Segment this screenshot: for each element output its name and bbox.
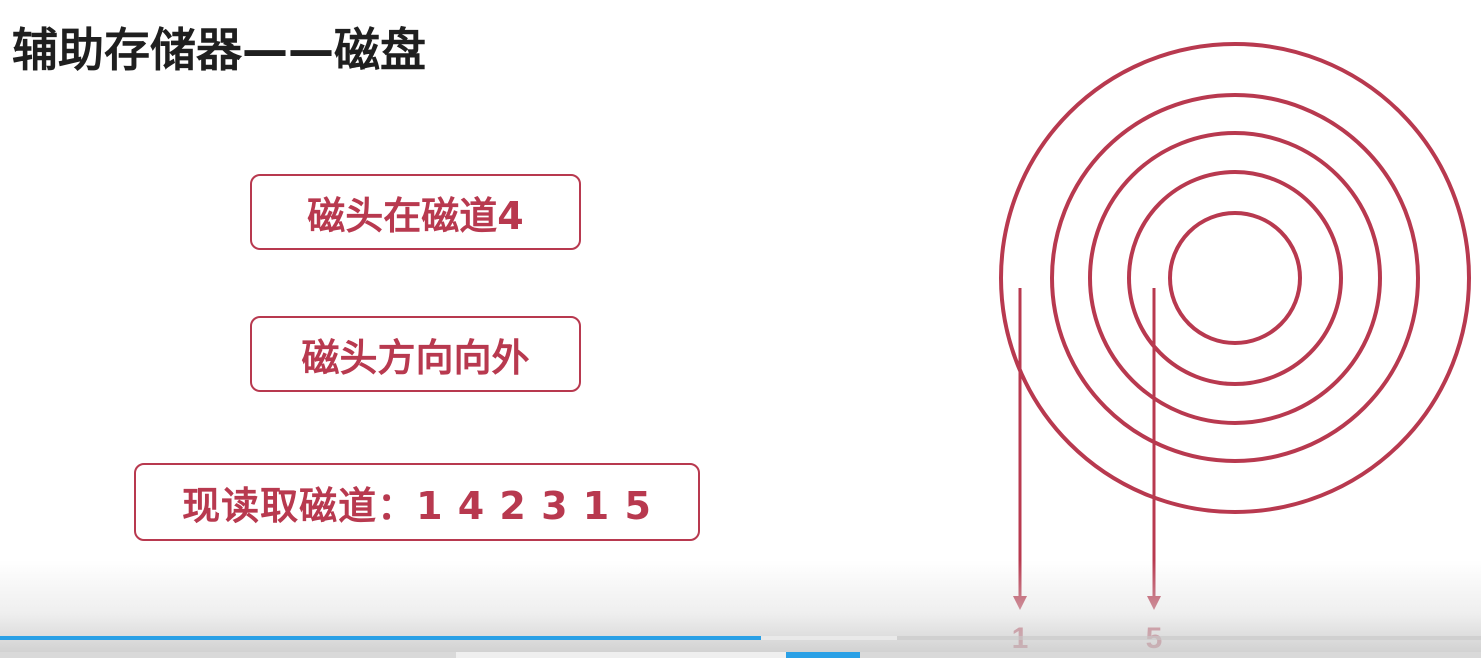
arrow-track-1-head xyxy=(1013,596,1027,610)
disk-track-1 xyxy=(999,42,1471,514)
disk-diagram: 1 5 xyxy=(999,42,1471,655)
head-position-box: 磁头在磁道4 xyxy=(250,174,581,250)
player-bottom-bar-active[interactable] xyxy=(786,652,860,658)
head-direction-text: 磁头方向向外 xyxy=(301,335,530,380)
disk-track-5 xyxy=(1168,211,1302,345)
arrow-track-5-head xyxy=(1147,596,1161,610)
head-position-text: 磁头在磁道4 xyxy=(307,193,524,238)
head-direction-box: 磁头方向向外 xyxy=(250,316,581,392)
video-progress-played[interactable] xyxy=(0,636,761,640)
read-sequence-text: 现读取磁道：1 4 2 3 1 5 xyxy=(182,483,652,528)
disk-track-3 xyxy=(1088,131,1382,425)
disk-track-4 xyxy=(1127,170,1343,386)
read-sequence-box: 现读取磁道：1 4 2 3 1 5 xyxy=(134,463,700,541)
slide-title: 辅助存储器——磁盘 xyxy=(12,23,426,77)
disk-track-2 xyxy=(1050,93,1420,463)
player-bottom-bar-highlight xyxy=(456,652,786,658)
slide-canvas: 辅助存储器——磁盘 磁头在磁道4 磁头方向向外 现读取磁道：1 4 2 3 1 … xyxy=(0,0,1481,658)
